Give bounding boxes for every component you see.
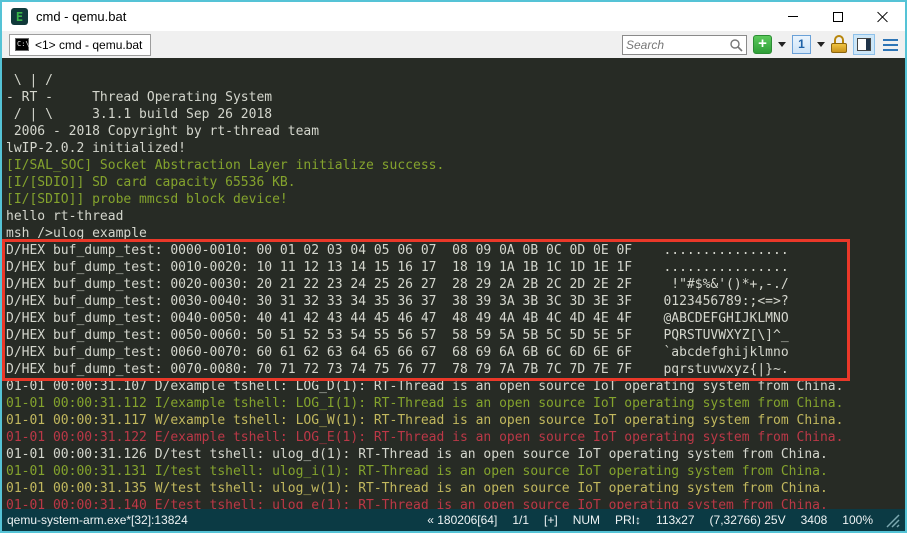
statusbar-segment: 100% bbox=[842, 513, 873, 527]
console-line: 01-01 00:00:31.131 I/test tshell: ulog_i… bbox=[6, 463, 905, 480]
tab-label: <1> cmd - qemu.bat bbox=[35, 38, 142, 52]
console-line: 01-01 00:00:31.112 I/example tshell: LOG… bbox=[6, 395, 905, 412]
console-lines-top: \ | /- RT - Thread Operating System / | … bbox=[6, 72, 905, 242]
resize-grip[interactable] bbox=[883, 511, 901, 529]
console-line: [I/[SDIO]] probe mmcsd block device! bbox=[6, 191, 905, 208]
window-controls bbox=[770, 2, 905, 31]
console-line: hello rt-thread bbox=[6, 208, 905, 225]
console-line: [I/[SDIO]] SD card capacity 65536 KB. bbox=[6, 174, 905, 191]
search-icon bbox=[729, 38, 743, 52]
console-line: \ | / bbox=[6, 72, 905, 89]
statusbar-segment: PRI↕ bbox=[615, 513, 641, 527]
statusbar-segment: (7,32766) 25V bbox=[710, 513, 786, 527]
console-line: lwIP-2.0.2 initialized! bbox=[6, 140, 905, 157]
console-line: [I/SAL_SOC] Socket Abstraction Layer ini… bbox=[6, 157, 905, 174]
statusbar-segment: NUM bbox=[573, 513, 600, 527]
statusbar-segment: « 180206[64] bbox=[427, 513, 497, 527]
new-console-button[interactable]: + bbox=[753, 35, 772, 54]
console-line: D/HEX buf_dump_test: 0050-0060: 50 51 52… bbox=[6, 327, 905, 344]
menu-button[interactable] bbox=[881, 37, 900, 53]
console-line: 2006 - 2018 Copyright by rt-thread team bbox=[6, 123, 905, 140]
statusbar-segment: 113x27 bbox=[656, 513, 694, 527]
toolbar: + 1 bbox=[622, 34, 905, 55]
console-line: msh />ulog example bbox=[6, 225, 905, 242]
statusbar-segment: 3408 bbox=[801, 513, 828, 527]
hex-dump-group: D/HEX buf_dump_test: 0000-0010: 00 01 02… bbox=[6, 242, 905, 378]
window-title: cmd - qemu.bat bbox=[36, 9, 126, 24]
console-lines-boxed: D/HEX buf_dump_test: 0000-0010: 00 01 02… bbox=[6, 242, 905, 378]
search-input[interactable] bbox=[626, 38, 729, 52]
maximize-button[interactable] bbox=[815, 2, 860, 31]
titlebar: E cmd - qemu.bat bbox=[2, 2, 905, 31]
close-icon bbox=[877, 11, 888, 22]
conemu-logo-icon: E bbox=[11, 8, 28, 25]
search-box bbox=[622, 35, 747, 55]
tab-bar: C:\ <1> cmd - qemu.bat + 1 bbox=[2, 31, 905, 58]
conemu-window: E cmd - qemu.bat C:\ <1> cmd - qemu.bat bbox=[0, 0, 907, 533]
window-list-button[interactable]: 1 bbox=[792, 35, 811, 54]
lock-icon[interactable] bbox=[831, 35, 847, 54]
lock-body bbox=[831, 43, 847, 53]
console-line: 01-01 00:00:31.140 E/test tshell: ulog_e… bbox=[6, 497, 905, 509]
tab-cmd-qemu[interactable]: C:\ <1> cmd - qemu.bat bbox=[9, 34, 151, 56]
statusbar-process-info: qemu-system-arm.exe*[32]:13824 bbox=[7, 513, 188, 527]
console-line: / | \ 3.1.1 build Sep 26 2018 bbox=[6, 106, 905, 123]
console-line: D/HEX buf_dump_test: 0070-0080: 70 71 72… bbox=[6, 361, 905, 378]
console-line: 01-01 00:00:31.135 W/test tshell: ulog_w… bbox=[6, 480, 905, 497]
status-bar: qemu-system-arm.exe*[32]:13824 « 180206[… bbox=[2, 509, 905, 531]
statusbar-segments: « 180206[64] 1/1 [+] NUM PRI↕ 113x27 (7,32766)… bbox=[427, 513, 873, 527]
console-line: D/HEX buf_dump_test: 0030-0040: 30 31 32… bbox=[6, 293, 905, 310]
new-console-chevron-down-icon[interactable] bbox=[778, 42, 786, 47]
view-toggle-button[interactable] bbox=[853, 34, 875, 55]
console-line: - RT - Thread Operating System bbox=[6, 89, 905, 106]
window-list-chevron-down-icon[interactable] bbox=[817, 42, 825, 47]
maximize-icon bbox=[833, 12, 843, 22]
console-panel-icon bbox=[857, 38, 871, 51]
console-line: D/HEX buf_dump_test: 0060-0070: 60 61 62… bbox=[6, 344, 905, 361]
console-line: 01-01 00:00:31.126 D/test tshell: ulog_d… bbox=[6, 446, 905, 463]
statusbar-segment: [+] bbox=[544, 513, 558, 527]
statusbar-segment: 1/1 bbox=[512, 513, 529, 527]
close-button[interactable] bbox=[860, 2, 905, 31]
console-line: 01-01 00:00:31.107 D/example tshell: LOG… bbox=[6, 378, 905, 395]
console-line: 01-01 00:00:31.117 W/example tshell: LOG… bbox=[6, 412, 905, 429]
console-line: D/HEX buf_dump_test: 0000-0010: 00 01 02… bbox=[6, 242, 905, 259]
console-line: D/HEX buf_dump_test: 0020-0030: 20 21 22… bbox=[6, 276, 905, 293]
console-line: D/HEX buf_dump_test: 0010-0020: 10 11 12… bbox=[6, 259, 905, 276]
console-line: 01-01 00:00:31.122 E/example tshell: LOG… bbox=[6, 429, 905, 446]
console-output[interactable]: \ | /- RT - Thread Operating System / | … bbox=[2, 58, 905, 509]
cmd-icon: C:\ bbox=[15, 38, 29, 51]
console-lines-bottom: 01-01 00:00:31.107 D/example tshell: LOG… bbox=[6, 378, 905, 509]
console-line: D/HEX buf_dump_test: 0040-0050: 40 41 42… bbox=[6, 310, 905, 327]
minimize-icon bbox=[788, 16, 798, 17]
minimize-button[interactable] bbox=[770, 2, 815, 31]
